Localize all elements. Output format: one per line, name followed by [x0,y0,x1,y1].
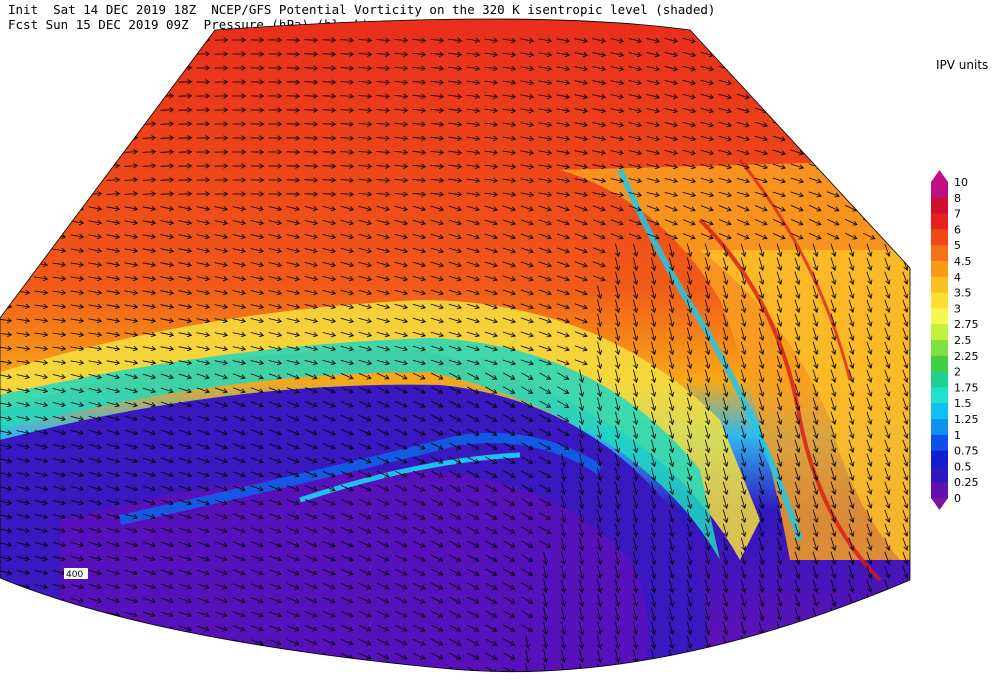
colorbar-swatch [931,324,948,341]
colorbar-swatch [931,182,948,199]
colorbar-tick-label: 0.25 [954,476,979,489]
pv-map: 400 [0,18,911,673]
shaded-field [0,19,910,672]
colorbar-tick-label: 2 [954,366,961,379]
colorbar-swatch [931,261,948,278]
colorbar-swatch [931,245,948,262]
colorbar: 10 8 7 6 5 4.5 4 3.5 3 2.75 2.5 2.25 2 1.75 1.5 1.25 1 0.… [931,170,979,510]
colorbar-tick-label: 3 [954,302,961,315]
colorbar-tick-label: 1.25 [954,413,979,426]
colorbar-swatch [931,308,948,325]
colorbar-swatch [931,419,948,436]
colorbar-tick-label: 0.5 [954,460,972,473]
colorbar-tick-label: 3.5 [954,287,972,300]
colorbar-tick-label: 4.5 [954,255,972,268]
colorbar-swatch [931,434,948,452]
colorbar-tick-label: 2.25 [954,350,979,363]
units-label: IPV units [936,58,989,72]
colorbar-tick-label: 1 [954,429,961,442]
colorbar-swatch [931,466,948,483]
colorbar-swatch [931,403,948,420]
colorbar-swatch [931,371,948,388]
colorbar-arrow-top [931,170,948,182]
colorbar-tick-label: 4 [954,271,961,284]
colorbar-swatch [931,292,948,309]
colorbar-swatch [931,340,948,357]
colorbar-tick-label: 10 [954,176,968,189]
colorbar-tick-label: 5 [954,239,961,252]
colorbar-swatch [931,355,948,373]
colorbar-tick-label: 2.5 [954,334,972,347]
colorbar-swatch [931,197,948,215]
colorbar-tick-label: 1.75 [954,381,979,394]
colorbar-tick-label: 2.75 [954,318,979,331]
colorbar-swatch [931,213,948,230]
colorbar-swatch [931,450,948,467]
colorbar-tick-label: 0.75 [954,445,979,458]
colorbar-swatch [931,276,948,294]
colorbar-swatch [931,482,948,499]
colorbar-tick-label: 1.5 [954,397,972,410]
colorbar-arrow-bottom [931,498,948,510]
colorbar-swatch [931,387,948,404]
colorbar-tick-label: 8 [954,192,961,205]
colorbar-tick-label: 7 [954,208,961,221]
colorbar-swatch [931,229,948,246]
colorbar-tick-label: 6 [954,223,961,236]
pressure-label: 400 [66,570,83,580]
colorbar-tick-label: 0 [954,492,961,505]
